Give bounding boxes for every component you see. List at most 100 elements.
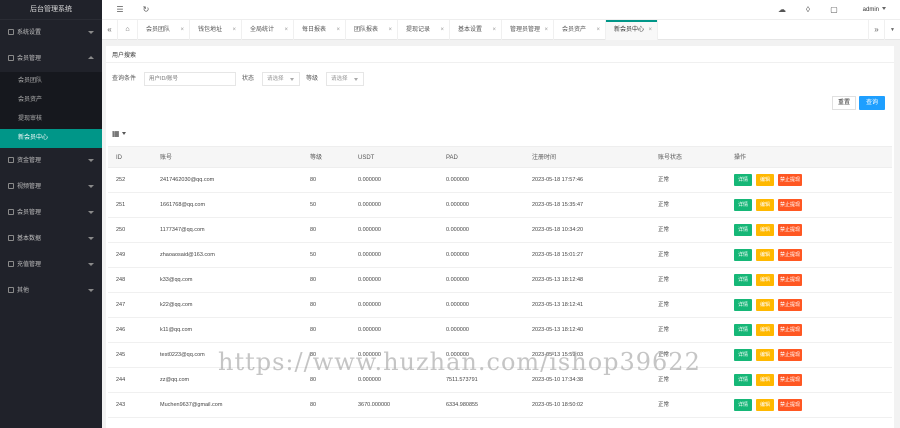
status-select[interactable]: 请选择 xyxy=(262,72,300,86)
fullscreen-icon[interactable]: ▢ xyxy=(828,4,840,16)
sidebar-subitem-2[interactable]: 提现审核 xyxy=(0,110,102,129)
view-button[interactable]: 详情 xyxy=(734,199,752,211)
cell-time: 2023-05-10 17:34:38 xyxy=(532,377,584,383)
close-icon[interactable]: × xyxy=(232,20,236,40)
ban-withdraw-button[interactable]: 禁止提现 xyxy=(778,224,802,236)
view-button[interactable]: 详情 xyxy=(734,324,752,336)
home-icon[interactable]: ⌂ xyxy=(118,20,138,40)
column-header: 账号状态 xyxy=(658,155,683,161)
sidebar-subitem-0[interactable]: 会员团队 xyxy=(0,72,102,91)
columns-toggle[interactable]: ▦ xyxy=(112,128,130,140)
members-table: ID 账号 等级 USDT PAD 注册时间 账号状态 操作 252 2417462030@qq… xyxy=(108,146,892,418)
view-button[interactable]: 详情 xyxy=(734,399,752,411)
view-button[interactable]: 详情 xyxy=(734,274,752,286)
cell-id: 250 xyxy=(116,227,126,233)
cell-pad: 7511.573791 xyxy=(446,377,478,383)
tabs-scroll-left-icon[interactable]: « xyxy=(102,20,118,40)
edit-button[interactable]: 编辑 xyxy=(756,199,774,211)
view-button[interactable]: 详情 xyxy=(734,299,752,311)
tab-4[interactable]: 团队报表 × xyxy=(346,20,398,40)
tab-0[interactable]: 会员团队 × xyxy=(138,20,190,40)
close-icon[interactable]: × xyxy=(492,20,496,40)
sidebar-item-0[interactable]: 系统设置 xyxy=(0,20,102,46)
close-icon[interactable]: × xyxy=(544,20,548,40)
reset-button[interactable]: 重置 xyxy=(832,96,856,110)
tab-7[interactable]: 管理员管理 × xyxy=(502,20,554,40)
edit-button[interactable]: 编辑 xyxy=(756,349,774,361)
ban-withdraw-button[interactable]: 禁止提现 xyxy=(778,374,802,386)
close-icon[interactable]: × xyxy=(648,20,652,40)
tabs-scroll-right-icon[interactable]: » xyxy=(868,20,884,40)
cell-level: 50 xyxy=(310,252,317,258)
cell-status: 正常 xyxy=(658,377,670,383)
sidebar-item-1[interactable]: 会员管理 xyxy=(0,46,102,72)
tabs-menu-icon[interactable]: ▼ xyxy=(884,20,900,40)
ban-withdraw-button[interactable]: 禁止提现 xyxy=(778,324,802,336)
tab-5[interactable]: 提现记录 × xyxy=(398,20,450,40)
edit-button[interactable]: 编辑 xyxy=(756,374,774,386)
view-button[interactable]: 详情 xyxy=(734,174,752,186)
tab-3[interactable]: 每日报表 × xyxy=(294,20,346,40)
ban-withdraw-button[interactable]: 禁止提现 xyxy=(778,174,802,186)
ban-withdraw-button[interactable]: 禁止提现 xyxy=(778,299,802,311)
cell-pad: 0.000000 xyxy=(446,202,469,208)
edit-button[interactable]: 编辑 xyxy=(756,249,774,261)
cell-pad: 0.000000 xyxy=(446,227,469,233)
tab-9[interactable]: 新会员中心 × xyxy=(606,20,658,40)
edit-button[interactable]: 编辑 xyxy=(756,174,774,186)
tag-icon[interactable]: ◊ xyxy=(802,4,814,16)
edit-button[interactable]: 编辑 xyxy=(756,299,774,311)
sidebar-subitem-3[interactable]: 新会员中心 xyxy=(0,129,102,148)
close-icon[interactable]: × xyxy=(388,20,392,40)
view-button[interactable]: 详情 xyxy=(734,349,752,361)
tab-2[interactable]: 全局统计 × xyxy=(242,20,294,40)
sidebar-item-label: 基本数据 xyxy=(17,236,42,242)
query-input[interactable] xyxy=(144,72,236,86)
refresh-icon[interactable]: ↻ xyxy=(140,4,152,16)
sidebar-item-label: 系统设置 xyxy=(17,30,42,36)
cell-id: 252 xyxy=(116,177,126,183)
close-icon[interactable]: × xyxy=(440,20,444,40)
ban-withdraw-button[interactable]: 禁止提现 xyxy=(778,274,802,286)
tab-8[interactable]: 会员资产 × xyxy=(554,20,606,40)
edit-button[interactable]: 编辑 xyxy=(756,224,774,236)
user-menu[interactable]: admin xyxy=(863,4,886,16)
sidebar-subitem-1[interactable]: 会员资产 xyxy=(0,91,102,110)
tab-1[interactable]: 钱包地址 × xyxy=(190,20,242,40)
view-button[interactable]: 详情 xyxy=(734,224,752,236)
close-icon[interactable]: × xyxy=(336,20,340,40)
tab-label: 钱包地址 xyxy=(198,27,223,33)
sidebar-item-4[interactable]: 会员管理 xyxy=(0,200,102,226)
ban-withdraw-button[interactable]: 禁止提现 xyxy=(778,249,802,261)
tab-6[interactable]: 基本设置 × xyxy=(450,20,502,40)
cell-pad: 0.000000 xyxy=(446,252,469,258)
edit-button[interactable]: 编辑 xyxy=(756,324,774,336)
sidebar-item-3[interactable]: 视频管理 xyxy=(0,174,102,200)
theme-icon[interactable]: ☁ xyxy=(776,4,788,16)
edit-button[interactable]: 编辑 xyxy=(756,399,774,411)
level-select[interactable]: 请选择 xyxy=(326,72,364,86)
grid-icon: ▦ xyxy=(112,129,120,138)
cell-level: 80 xyxy=(310,277,317,283)
sidebar-item-2[interactable]: 资金管理 xyxy=(0,148,102,174)
ban-withdraw-button[interactable]: 禁止提现 xyxy=(778,349,802,361)
table-row: 252 2417462030@qq.com 80 0.000000 0.000000 20… xyxy=(108,168,892,193)
view-button[interactable]: 详情 xyxy=(734,249,752,261)
tab-label: 管理员管理 xyxy=(510,27,541,33)
cell-level: 50 xyxy=(310,202,317,208)
menu-toggle-icon[interactable]: ☰ xyxy=(114,4,126,16)
close-icon[interactable]: × xyxy=(180,20,184,40)
sidebar-item-7[interactable]: 其他 xyxy=(0,278,102,304)
ban-withdraw-button[interactable]: 禁止提现 xyxy=(778,199,802,211)
ban-withdraw-button[interactable]: 禁止提现 xyxy=(778,399,802,411)
search-button[interactable]: 查询 xyxy=(859,96,885,110)
cell-status: 正常 xyxy=(658,202,670,208)
sidebar-item-5[interactable]: 基本数据 xyxy=(0,226,102,252)
cell-time: 2023-05-13 18:12:48 xyxy=(532,277,584,283)
close-icon[interactable]: × xyxy=(596,20,600,40)
view-button[interactable]: 详情 xyxy=(734,374,752,386)
edit-button[interactable]: 编辑 xyxy=(756,274,774,286)
cell-usdt: 0.000000 xyxy=(358,327,381,333)
sidebar-item-6[interactable]: 充值管理 xyxy=(0,252,102,278)
close-icon[interactable]: × xyxy=(284,20,288,40)
